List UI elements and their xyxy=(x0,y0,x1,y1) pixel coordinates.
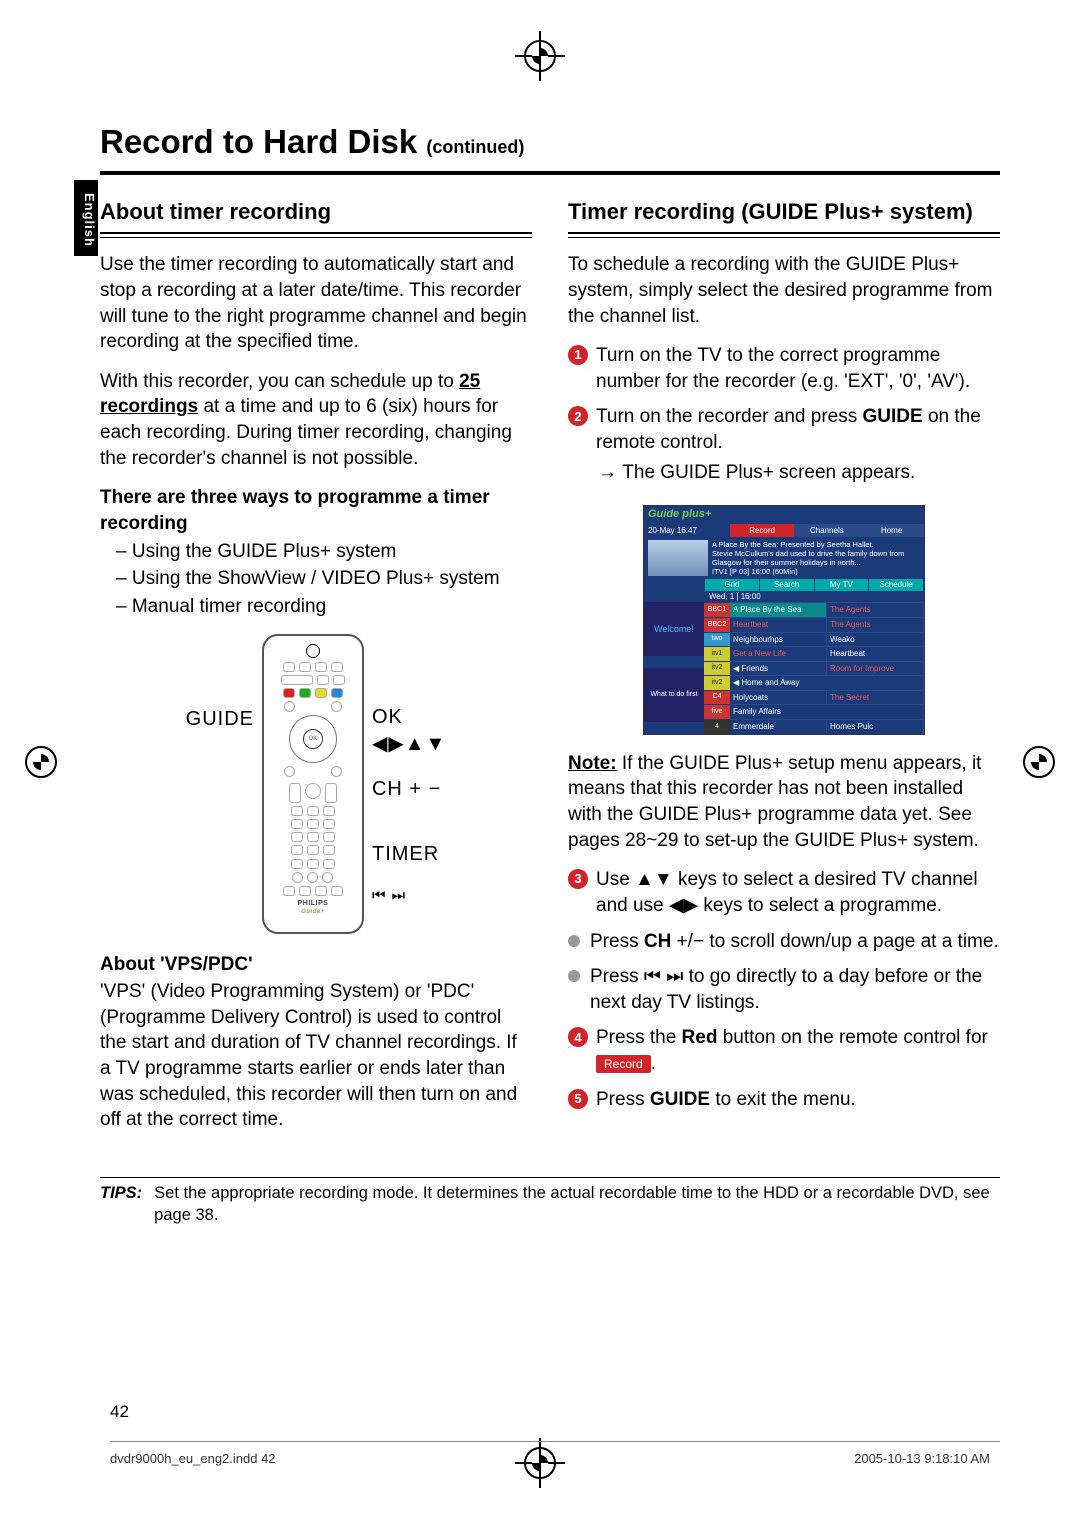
bullet-icon xyxy=(568,970,580,982)
bullet-1-text: Press CH +/− to scroll down/up a page at… xyxy=(590,929,999,955)
crop-mark-icon xyxy=(1023,746,1055,778)
remote-illustration: GUIDE OK xyxy=(100,634,532,934)
step-5-text: Press GUIDE to exit the menu. xyxy=(596,1087,856,1113)
right-column: Timer recording (GUIDE Plus+ system) To … xyxy=(568,197,1000,1148)
step-number-icon: 1 xyxy=(568,345,588,365)
record-badge: Record xyxy=(596,1055,651,1073)
preview-thumbnail xyxy=(648,540,708,576)
guide-logo: Guide plus+ xyxy=(644,506,924,523)
tips-label: TIPS: xyxy=(100,1182,142,1227)
guide-intro: To schedule a recording with the GUIDE P… xyxy=(568,252,1000,329)
tips-footer: TIPS: Set the appropriate recording mode… xyxy=(100,1177,1000,1227)
three-ways-heading: There are three ways to programme a time… xyxy=(100,485,532,536)
remote-label-skip: ⏮ ⏭ xyxy=(372,886,446,906)
step-2-text: Turn on the recorder and press GUIDE on … xyxy=(596,404,1000,495)
step-number-icon: 2 xyxy=(568,406,588,426)
about-timer-para2: With this recorder, you can schedule up … xyxy=(100,369,532,472)
list-item: Using the GUIDE Plus+ system xyxy=(116,539,532,565)
step-4-text: Press the Red button on the remote contr… xyxy=(596,1025,1000,1076)
language-tab: English xyxy=(74,180,98,256)
footer-filename: dvdr9000h_eu_eng2.indd 42 xyxy=(110,1450,276,1468)
step-1-text: Turn on the TV to the correct programme … xyxy=(596,343,1000,394)
list-item: Manual timer recording xyxy=(116,594,532,620)
crop-mark-icon xyxy=(25,746,57,778)
vps-heading: About 'VPS/PDC' xyxy=(100,952,532,978)
crop-mark-icon xyxy=(524,40,556,72)
guide-plus-screenshot: Guide plus+ 20-May 16:47 Record Channels… xyxy=(643,505,925,734)
list-item: Using the ShowView / VIDEO Plus+ system xyxy=(116,566,532,592)
crop-mark-icon xyxy=(524,1447,556,1479)
remote-label-timer: TIMER xyxy=(372,841,446,868)
heading-about-timer: About timer recording xyxy=(100,197,532,227)
remote-label-arrows: ◀▶▲▼ xyxy=(372,731,446,758)
page-title-continued: (continued) xyxy=(426,137,524,157)
bullet-2-text: Press ⏮ ⏭ to go directly to a day before… xyxy=(590,964,1000,1015)
remote-label-ok: OK xyxy=(372,704,446,731)
three-ways-list: Using the GUIDE Plus+ system Using the S… xyxy=(100,539,532,620)
step-number-icon: 4 xyxy=(568,1027,588,1047)
page-title: Record to Hard Disk (continued) xyxy=(100,120,1000,175)
page-number: 42 xyxy=(110,1401,129,1424)
remote-icon: OK PHILIPS Guide+ xyxy=(262,634,364,934)
step-number-icon: 3 xyxy=(568,869,588,889)
step-number-icon: 5 xyxy=(568,1089,588,1109)
bullet-icon xyxy=(568,935,580,947)
page-title-text: Record to Hard Disk xyxy=(100,123,417,160)
about-timer-para1: Use the timer recording to automatically… xyxy=(100,252,532,355)
vps-body: 'VPS' (Video Programming System) or 'PDC… xyxy=(100,979,532,1133)
step-3-text: Use ▲▼ keys to select a desired TV chann… xyxy=(596,867,1000,918)
tips-body: Set the appropriate recording mode. It d… xyxy=(154,1182,1000,1227)
footer-timestamp: 2005-10-13 9:18:10 AM xyxy=(854,1450,990,1468)
step-2-result: The GUIDE Plus+ screen appears. xyxy=(596,460,1000,486)
heading-timer-guide: Timer recording (GUIDE Plus+ system) xyxy=(568,197,1000,227)
remote-label-ch: CH + − xyxy=(372,776,446,803)
guide-note: Note: If the GUIDE Plus+ setup menu appe… xyxy=(568,751,1000,854)
left-column: About timer recording Use the timer reco… xyxy=(100,197,532,1148)
remote-label-guide: GUIDE xyxy=(186,706,260,733)
footer-divider xyxy=(110,1441,1000,1442)
